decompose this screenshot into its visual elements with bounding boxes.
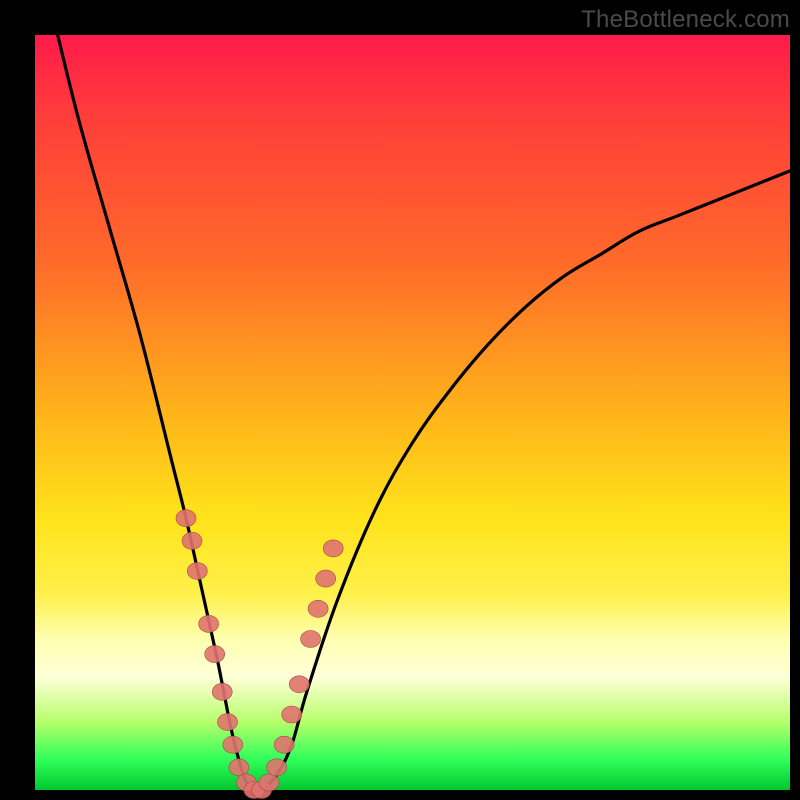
curve-marker xyxy=(182,532,202,549)
curve-marker xyxy=(199,615,219,632)
curve-marker xyxy=(218,714,238,731)
curve-marker xyxy=(282,706,302,723)
curve-marker xyxy=(267,759,287,776)
curve-marker xyxy=(301,631,321,648)
curve-marker xyxy=(274,736,294,753)
curve-marker xyxy=(289,676,309,693)
curve-marker xyxy=(323,540,343,557)
curve-marker xyxy=(316,570,336,587)
curve-marker xyxy=(212,683,232,700)
plot-area xyxy=(35,35,790,790)
chart-frame: TheBottleneck.com xyxy=(0,0,800,800)
curve-marker xyxy=(187,563,207,580)
curve-marker xyxy=(205,646,225,663)
curve-marker xyxy=(229,759,249,776)
curve-marker xyxy=(308,600,328,617)
curve-marker xyxy=(223,736,243,753)
bottleneck-curve-line xyxy=(58,35,790,792)
chart-svg xyxy=(35,35,790,790)
watermark-text: TheBottleneck.com xyxy=(581,6,790,34)
curve-marker xyxy=(176,510,196,527)
curve-marker xyxy=(259,774,279,791)
